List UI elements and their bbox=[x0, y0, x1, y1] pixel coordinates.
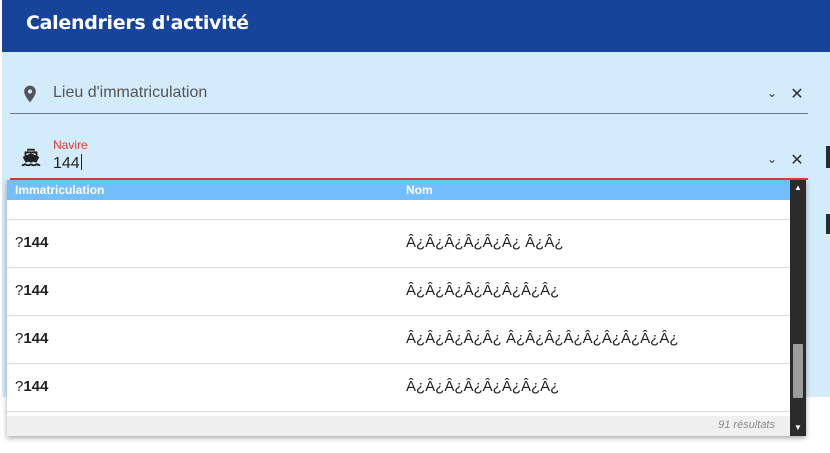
column-header-immatriculation[interactable]: Immatriculation bbox=[15, 183, 104, 197]
row-nom: Â¿Â¿Â¿Â¿Â¿Â¿Â¿Â¿ bbox=[406, 282, 560, 299]
background-edge-fragment bbox=[826, 214, 830, 234]
background-edge-fragment bbox=[826, 146, 830, 168]
row-nom: Â¿Â¿Â¿Â¿Â¿ Â¿Â¿Â¿Â¿Â¿Â¿Â¿Â¿Â¿ bbox=[406, 330, 679, 347]
dropdown-scrollbar[interactable]: ▲ ▼ bbox=[790, 180, 806, 436]
row-nom: Â¿Â¿Â¿Â¿Â¿Â¿ Â¿Â¿ bbox=[406, 234, 564, 251]
list-item[interactable]: ?144 Â¿Â¿Â¿Â¿Â¿ Â¿Â¿Â¿Â¿Â¿Â¿Â¿Â¿Â¿ bbox=[7, 316, 790, 364]
app-header: Calendriers d'activité bbox=[2, 0, 830, 52]
list-item-partial[interactable] bbox=[7, 200, 790, 220]
chevron-down-icon[interactable]: ⌄ bbox=[764, 86, 780, 100]
map-pin-icon bbox=[20, 84, 40, 104]
navire-field[interactable]: Navire 144 ⌄ ✕ bbox=[10, 118, 808, 180]
scrollbar-thumb[interactable] bbox=[793, 344, 803, 398]
dropdown-footer: 91 résultats bbox=[7, 416, 790, 436]
column-header-nom[interactable]: Nom bbox=[406, 183, 433, 197]
row-immatriculation: ?144 bbox=[15, 234, 49, 251]
page-title: Calendriers d'activité bbox=[26, 12, 249, 34]
navire-input[interactable]: 144 bbox=[53, 154, 82, 173]
row-immatriculation: ?144 bbox=[15, 330, 49, 347]
lieu-immatriculation-placeholder: Lieu d'immatriculation bbox=[53, 84, 208, 101]
scroll-up-arrow-icon[interactable]: ▲ bbox=[790, 180, 806, 196]
row-immatriculation: ?144 bbox=[15, 378, 49, 395]
row-immatriculation: ?144 bbox=[15, 282, 49, 299]
list-item[interactable]: ?144 Â¿Â¿Â¿Â¿Â¿Â¿Â¿Â¿ bbox=[7, 268, 790, 316]
lieu-immatriculation-field[interactable]: Lieu d'immatriculation ⌄ ✕ bbox=[10, 52, 808, 114]
clear-icon[interactable]: ✕ bbox=[789, 150, 805, 170]
navire-label: Navire bbox=[53, 138, 88, 152]
dropdown-header: Immatriculation Nom bbox=[7, 180, 790, 200]
scroll-down-arrow-icon[interactable]: ▼ bbox=[790, 420, 806, 436]
field-underline bbox=[10, 113, 808, 114]
list-item[interactable]: ?144 Â¿Â¿Â¿Â¿Â¿Â¿ Â¿Â¿ bbox=[7, 220, 790, 268]
dropdown-rows[interactable]: ?144 Â¿Â¿Â¿Â¿Â¿Â¿ Â¿Â¿ ?144 Â¿Â¿Â¿Â¿Â¿Â¿… bbox=[7, 200, 790, 416]
navire-autocomplete-dropdown: Immatriculation Nom ?144 Â¿Â¿Â¿Â¿Â¿Â¿ Â¿… bbox=[7, 180, 806, 436]
row-nom: Â¿Â¿Â¿Â¿Â¿Â¿Â¿Â¿ bbox=[406, 378, 560, 395]
list-item[interactable]: ?144 Â¿Â¿Â¿Â¿Â¿Â¿Â¿Â¿ bbox=[7, 364, 790, 412]
chevron-down-icon[interactable]: ⌄ bbox=[764, 152, 780, 166]
navire-input-value: 144 bbox=[53, 155, 80, 172]
result-count: 91 résultats bbox=[718, 419, 775, 431]
text-caret bbox=[80, 154, 82, 170]
clear-icon[interactable]: ✕ bbox=[789, 84, 805, 104]
ship-icon bbox=[20, 146, 41, 167]
